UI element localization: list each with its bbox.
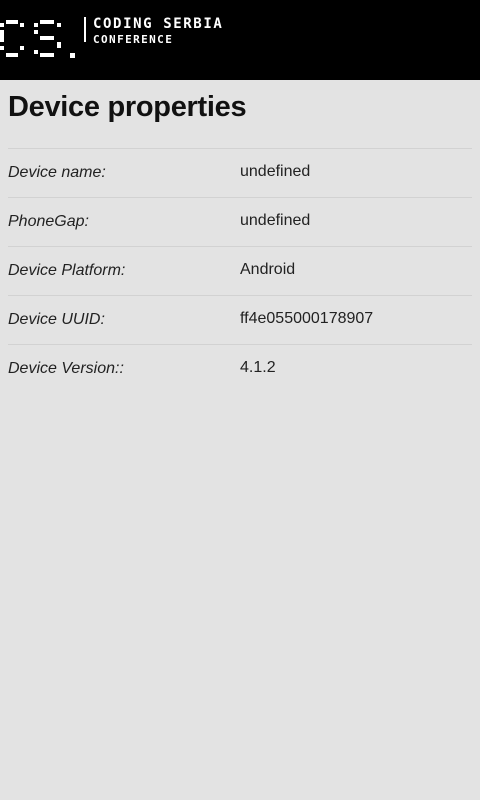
- property-value: undefined: [240, 212, 311, 229]
- logo-divider: [84, 17, 86, 42]
- property-row-device-version: Device Version:: 4.1.2: [8, 345, 472, 394]
- logo-title: CODING SERBIA: [93, 16, 224, 32]
- coding-serbia-logo-mark: [0, 20, 75, 58]
- device-properties-list: Device name: undefined PhoneGap: undefin…: [8, 148, 472, 394]
- property-value: Android: [240, 261, 296, 278]
- property-row-device-platform: Device Platform: Android: [8, 247, 472, 296]
- property-label: Device name:: [8, 164, 106, 181]
- property-value: ff4e055000178907: [240, 310, 374, 327]
- property-label: Device UUID:: [8, 311, 105, 328]
- property-value: 4.1.2: [240, 359, 276, 376]
- property-label: PhoneGap:: [8, 213, 89, 230]
- main-content: Device properties Device name: undefined…: [8, 80, 472, 394]
- property-row-phonegap: PhoneGap: undefined: [8, 198, 472, 247]
- property-value: undefined: [240, 163, 311, 180]
- property-row-device-uuid: Device UUID: ff4e055000178907: [8, 296, 472, 345]
- property-label: Device Platform:: [8, 262, 126, 279]
- property-row-device-name: Device name: undefined: [8, 149, 472, 198]
- property-label: Device Version::: [8, 360, 124, 377]
- app-header: CODING SERBIA CONFERENCE: [0, 0, 480, 80]
- page-title: Device properties: [8, 91, 247, 123]
- logo-subtitle: CONFERENCE: [93, 33, 174, 46]
